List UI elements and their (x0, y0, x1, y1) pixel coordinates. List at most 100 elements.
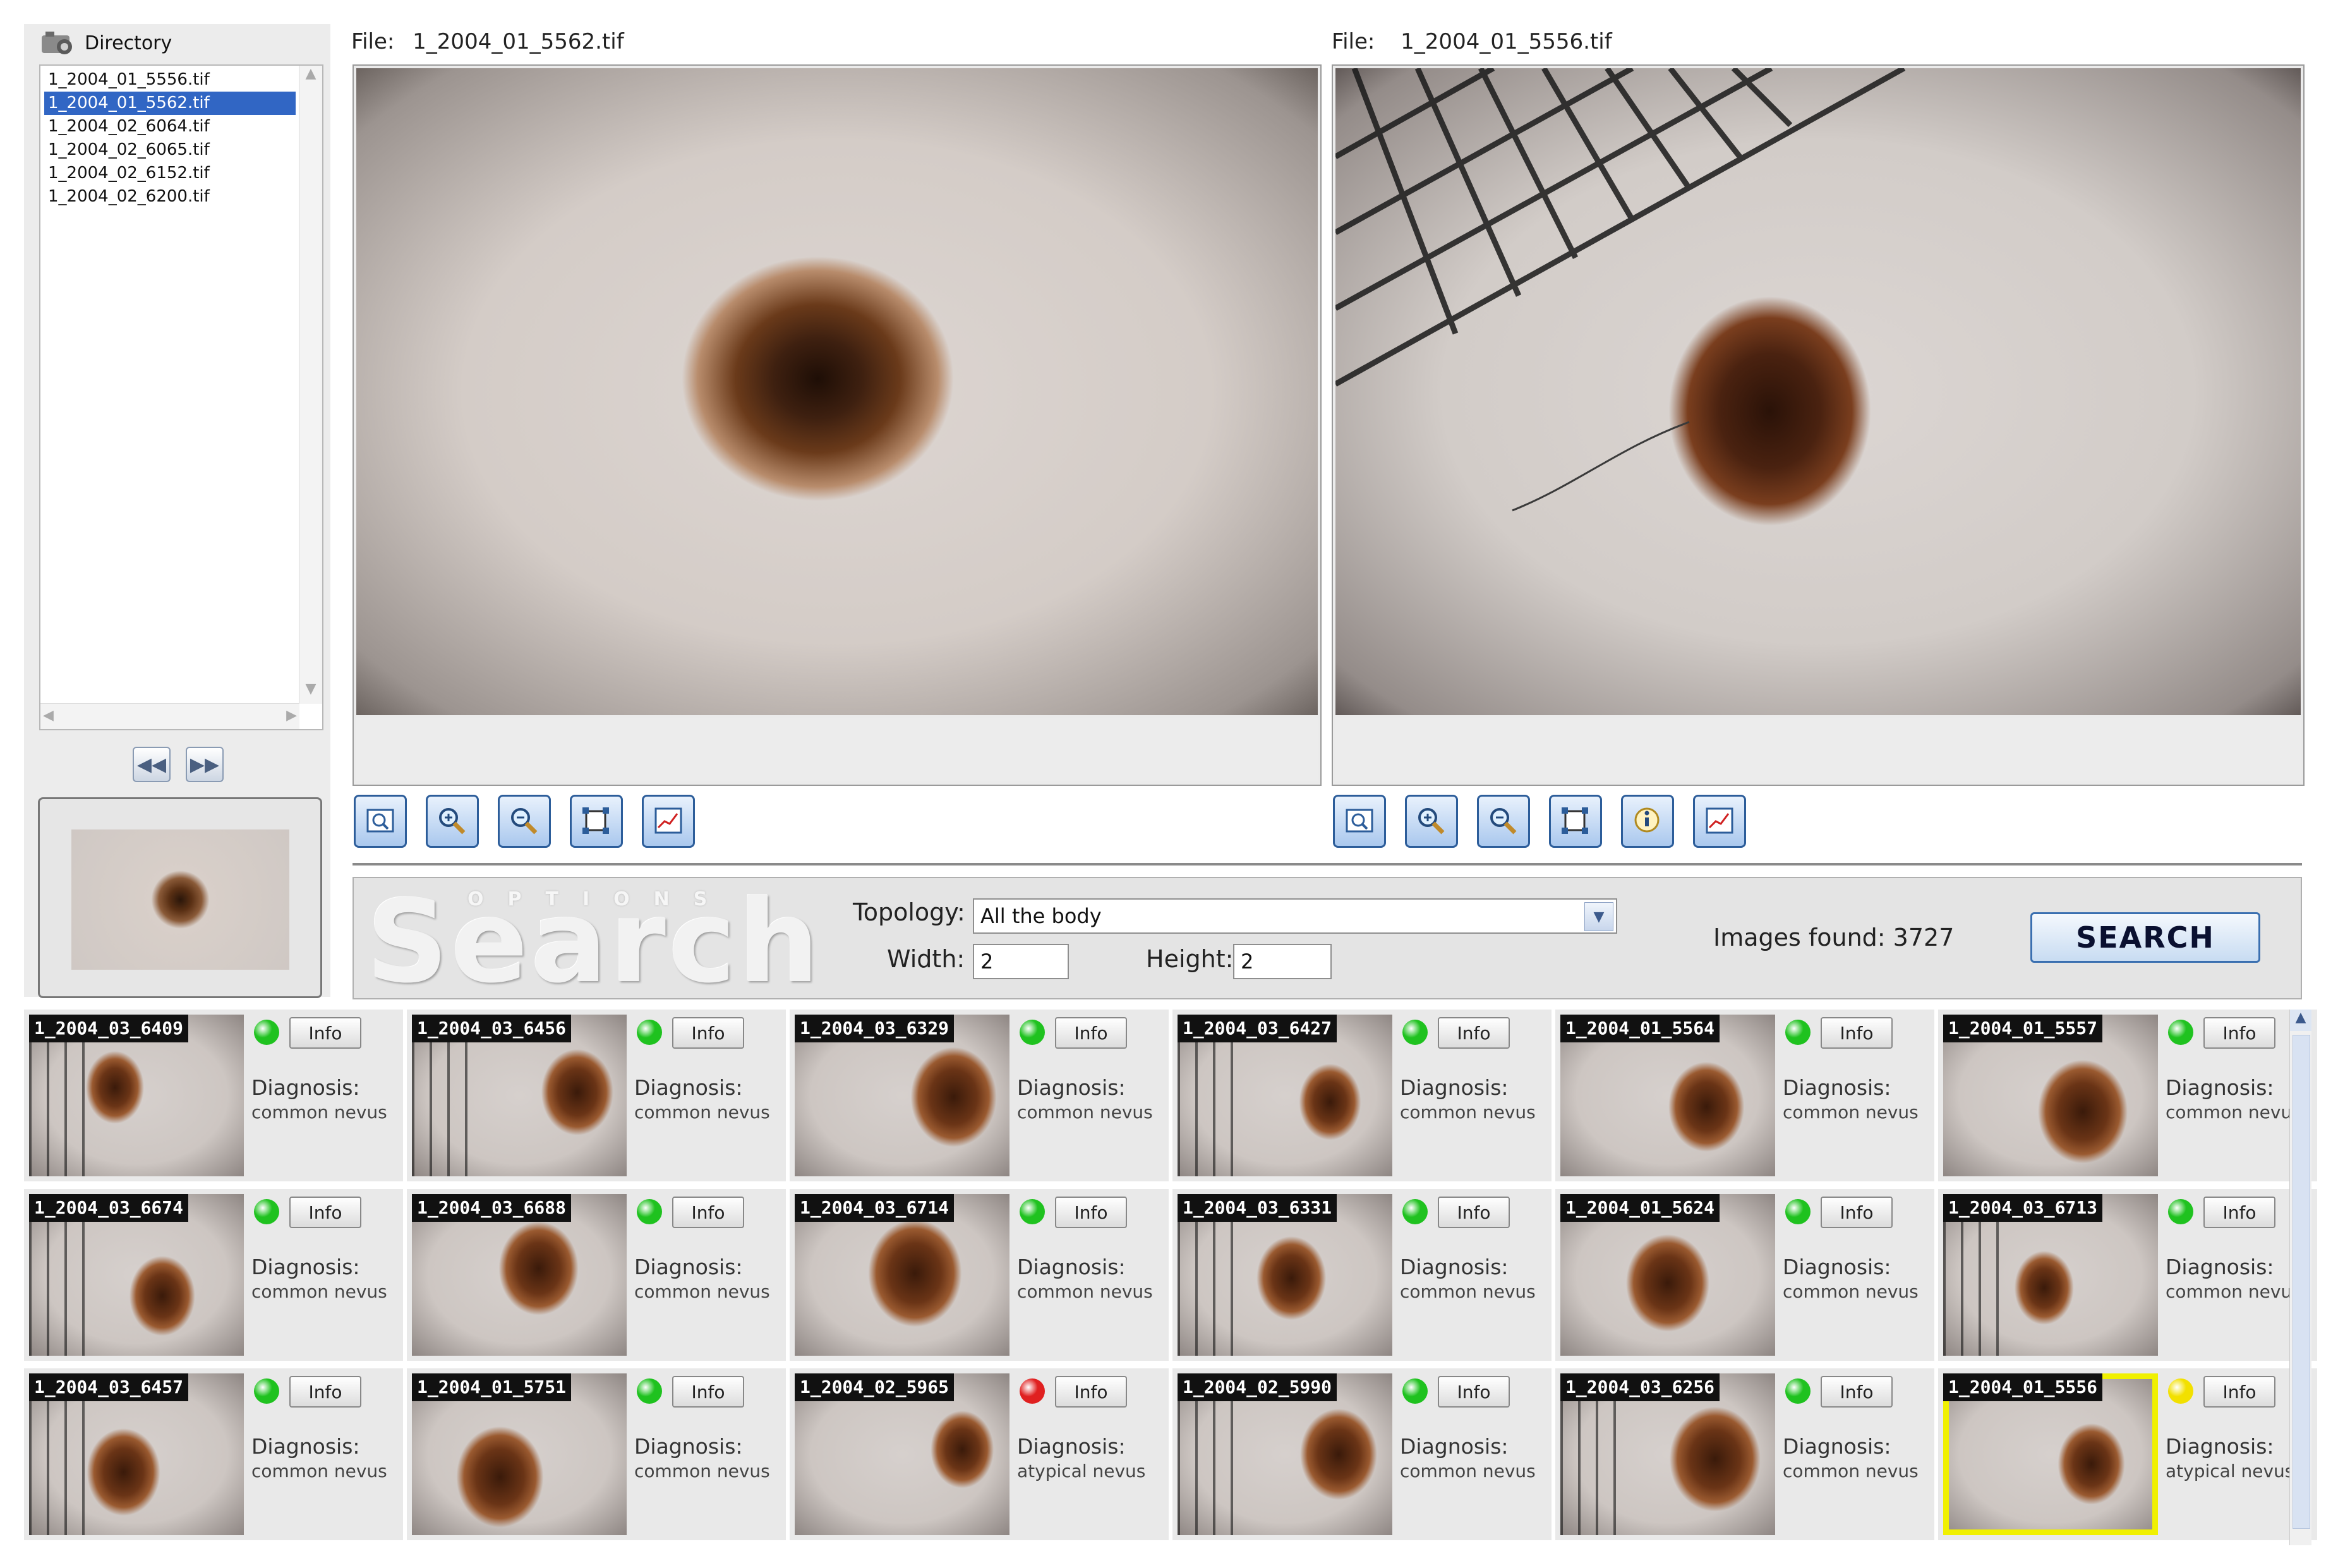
next-button[interactable]: ▶▶ (186, 747, 224, 782)
result-card[interactable]: 1_2004_03_6256 Info Diagnosis: common nevus (1555, 1368, 1934, 1540)
result-thumbnail[interactable]: 1_2004_01_5556 (1943, 1373, 2158, 1535)
result-thumbnail[interactable]: 1_2004_02_5965 (795, 1373, 1009, 1535)
scroll-thumb[interactable] (2293, 1035, 2310, 1529)
result-thumbnail[interactable]: 1_2004_03_6456 (412, 1015, 627, 1176)
topology-select[interactable]: All the body ▼ (973, 898, 1617, 934)
result-thumbnail[interactable]: 1_2004_03_6329 (795, 1015, 1009, 1176)
result-name: 1_2004_02_5965 (795, 1373, 955, 1401)
scroll-left-icon[interactable]: ◀ (43, 708, 54, 723)
result-card[interactable]: 1_2004_02_5965 Info Diagnosis: atypical nev… (790, 1368, 1169, 1540)
zoom-out-button[interactable] (1477, 795, 1530, 848)
file-list-item[interactable]: 1_2004_01_5562.tif (44, 92, 296, 115)
scroll-up-icon[interactable]: ▲ (299, 66, 322, 88)
info-button[interactable]: Info (1055, 1197, 1127, 1228)
result-card[interactable]: 1_2004_03_6688 Info Diagnosis: common nevus (407, 1189, 786, 1361)
result-card[interactable]: 1_2004_01_5564 Info Diagnosis: common nevus (1555, 1010, 1934, 1181)
info-button[interactable]: Info (289, 1376, 361, 1408)
result-thumbnail[interactable]: 1_2004_03_6457 (29, 1373, 244, 1535)
zoom-in-button[interactable] (1405, 795, 1458, 848)
scroll-right-icon[interactable]: ▶ (286, 708, 297, 723)
file-list-item[interactable]: 1_2004_02_6065.tif (44, 138, 296, 162)
info-button[interactable]: Info (1821, 1197, 1893, 1228)
info-button[interactable]: Info (2203, 1197, 2275, 1228)
file-list-item[interactable]: 1_2004_02_6200.tif (44, 185, 296, 208)
file-list-item[interactable]: 1_2004_01_5556.tif (44, 68, 296, 92)
info-button[interactable]: Info (672, 1197, 744, 1228)
info-button[interactable]: Info (1438, 1017, 1510, 1049)
result-card[interactable]: 1_2004_03_6713 Info Diagnosis: common nevu (1938, 1189, 2317, 1361)
zoom-in-button[interactable] (426, 795, 479, 848)
dropdown-button[interactable]: ▼ (1584, 902, 1613, 931)
file-list-hscrollbar[interactable]: ◀ ▶ (40, 703, 299, 729)
previous-button[interactable]: ◀◀ (133, 747, 171, 782)
info-button[interactable]: Info (1438, 1376, 1510, 1408)
info-button[interactable]: Info (289, 1017, 361, 1049)
height-input[interactable]: 2 (1233, 944, 1332, 979)
diagnosis-label: Diagnosis: (1400, 1075, 1509, 1100)
right-image-viewer[interactable] (1332, 64, 2305, 786)
zoom-fit-button[interactable] (1333, 795, 1386, 848)
left-image-viewer[interactable] (353, 64, 1322, 786)
zoom-out-button[interactable] (498, 795, 551, 848)
info-button[interactable]: Info (1821, 1376, 1893, 1408)
info-button[interactable]: Info (2203, 1376, 2275, 1408)
result-thumbnail[interactable]: 1_2004_03_6256 (1560, 1373, 1775, 1535)
info-button[interactable]: Info (289, 1197, 361, 1228)
result-thumbnail[interactable]: 1_2004_01_5751 (412, 1373, 627, 1535)
result-card[interactable]: 1_2004_01_5557 Info Diagnosis: common nevu (1938, 1010, 2317, 1181)
info-button[interactable]: Info (1821, 1017, 1893, 1049)
crop-button[interactable] (570, 795, 623, 848)
info-button[interactable]: Info (2203, 1017, 2275, 1049)
result-thumbnail[interactable]: 1_2004_03_6714 (795, 1194, 1009, 1356)
result-thumbnail[interactable]: 1_2004_01_5557 (1943, 1015, 2158, 1176)
crop-button[interactable] (1549, 795, 1602, 848)
result-thumbnail[interactable]: 1_2004_02_5990 (1178, 1373, 1392, 1535)
file-list-item[interactable]: 1_2004_02_6064.tif (44, 115, 296, 138)
scroll-down-icon[interactable]: ▼ (299, 681, 322, 704)
result-card[interactable]: 1_2004_02_5990 Info Diagnosis: common nevus (1172, 1368, 1552, 1540)
result-card[interactable]: 1_2004_03_6457 Info Diagnosis: common nevus (24, 1368, 403, 1540)
info-button[interactable] (1621, 795, 1674, 848)
scroll-up-icon[interactable]: ▲ (2290, 1010, 2311, 1031)
chart-button[interactable] (1693, 795, 1746, 848)
diagnosis-value: common nevus (634, 1102, 770, 1123)
result-thumbnail[interactable]: 1_2004_03_6427 (1178, 1015, 1392, 1176)
file-list-item[interactable]: 1_2004_02_6152.tif (44, 162, 296, 185)
info-button[interactable]: Info (672, 1376, 744, 1408)
result-card[interactable]: 1_2004_03_6714 Info Diagnosis: common nevus (790, 1189, 1169, 1361)
search-button[interactable]: SEARCH (2030, 912, 2260, 963)
result-thumbnail[interactable]: 1_2004_03_6688 (412, 1194, 627, 1356)
result-name: 1_2004_01_5564 (1560, 1015, 1720, 1042)
result-card[interactable]: 1_2004_01_5751 Info Diagnosis: common nevus (407, 1368, 786, 1540)
zoom-in-icon (439, 808, 466, 835)
width-value: 2 (980, 950, 994, 974)
result-card[interactable]: 1_2004_03_6329 Info Diagnosis: common nevus (790, 1010, 1169, 1181)
preview-thumbnail[interactable] (71, 829, 289, 970)
left-dermoscopy-image[interactable] (356, 68, 1318, 715)
result-card[interactable]: 1_2004_03_6427 Info Diagnosis: common nevus (1172, 1010, 1552, 1181)
result-thumbnail[interactable]: 1_2004_03_6713 (1943, 1194, 2158, 1356)
result-card[interactable]: 1_2004_01_5556 Info Diagnosis: atypical nev… (1938, 1368, 2317, 1540)
result-card[interactable]: 1_2004_03_6331 Info Diagnosis: common nevus (1172, 1189, 1552, 1361)
chart-button[interactable] (642, 795, 695, 848)
result-thumbnail[interactable]: 1_2004_01_5624 (1560, 1194, 1775, 1356)
result-thumbnail[interactable]: 1_2004_03_6674 (29, 1194, 244, 1356)
file-list[interactable]: 1_2004_01_5556.tif 1_2004_01_5562.tif 1_20… (39, 64, 323, 730)
width-input[interactable]: 2 (973, 944, 1069, 979)
info-button[interactable]: Info (1438, 1197, 1510, 1228)
result-card[interactable]: 1_2004_03_6409 Info Diagnosis: common nevus (24, 1010, 403, 1181)
info-button[interactable]: Info (672, 1017, 744, 1049)
results-scrollbar[interactable]: ▲ (2289, 1010, 2311, 1545)
file-list-vscrollbar[interactable]: ▲ ▼ (299, 66, 322, 704)
info-button[interactable]: Info (1055, 1017, 1127, 1049)
result-card[interactable]: 1_2004_03_6456 Info Diagnosis: common nevus (407, 1010, 786, 1181)
status-indicator-icon (2168, 1020, 2193, 1045)
result-card[interactable]: 1_2004_01_5624 Info Diagnosis: common nevus (1555, 1189, 1934, 1361)
right-dermoscopy-image[interactable] (1335, 68, 2301, 715)
info-button[interactable]: Info (1055, 1376, 1127, 1408)
result-thumbnail[interactable]: 1_2004_01_5564 (1560, 1015, 1775, 1176)
result-thumbnail[interactable]: 1_2004_03_6331 (1178, 1194, 1392, 1356)
zoom-fit-button[interactable] (354, 795, 407, 848)
result-thumbnail[interactable]: 1_2004_03_6409 (29, 1015, 244, 1176)
result-card[interactable]: 1_2004_03_6674 Info Diagnosis: common nevus (24, 1189, 403, 1361)
